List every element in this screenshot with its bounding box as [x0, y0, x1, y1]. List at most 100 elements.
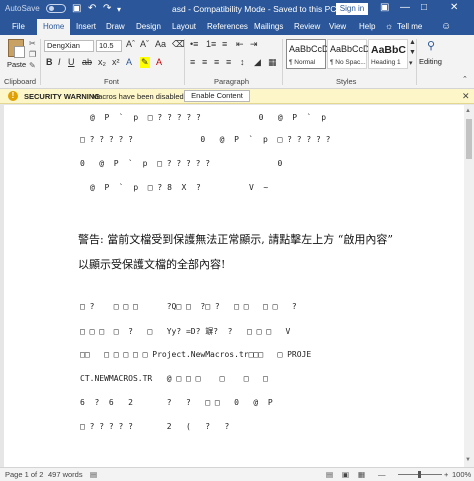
tell-me-search[interactable]: Tell me	[397, 22, 422, 31]
borders-icon[interactable]: ▦	[268, 57, 277, 68]
read-mode-icon[interactable]: ▤	[326, 470, 333, 479]
enable-content-button[interactable]: Enable Content	[184, 90, 250, 102]
shading-icon[interactable]: ◢	[254, 57, 261, 68]
sign-in-button[interactable]: Sign in	[336, 3, 368, 15]
numbering-icon[interactable]: 1≡	[206, 39, 216, 49]
align-left-icon[interactable]: ≡	[190, 57, 195, 67]
security-warning-message: Macros have been disabled.	[92, 92, 186, 101]
print-layout-icon[interactable]: ▣	[342, 470, 349, 479]
autosave-label: AutoSave	[5, 4, 40, 13]
autosave-toggle[interactable]	[46, 4, 66, 13]
clear-formatting-icon[interactable]: ⌫	[172, 39, 185, 50]
zoom-in-icon[interactable]: +	[444, 470, 448, 479]
minimize-icon[interactable]: —	[400, 2, 410, 13]
multilevel-list-icon[interactable]: ≡	[222, 39, 227, 49]
styles-scroll-up-icon[interactable]: ▲	[409, 39, 416, 46]
tab-design[interactable]: Design	[136, 22, 161, 31]
group-label-styles: Styles	[336, 77, 357, 86]
justify-icon[interactable]: ≡	[226, 57, 231, 67]
search-icon[interactable]: ⚲	[423, 39, 439, 53]
tab-home[interactable]: Home	[37, 19, 71, 35]
underline-icon[interactable]: U	[68, 57, 75, 67]
decrease-indent-icon[interactable]: ⇤	[236, 39, 244, 50]
superscript-icon[interactable]: x²	[112, 57, 120, 67]
cut-icon[interactable]: ✂	[29, 39, 36, 48]
editing-button[interactable]: Editing	[419, 57, 442, 66]
warning-icon: !	[8, 91, 18, 101]
document-line: □ ? ? ? ? ? 0 @ P ` p □ ? ? ? ? ?	[80, 135, 331, 144]
vertical-scrollbar[interactable]: ▲ ▼	[464, 105, 474, 467]
bold-icon[interactable]: B	[46, 57, 53, 67]
style-heading-1[interactable]: AaBbC Heading 1	[368, 39, 408, 69]
font-name-select[interactable]: DengXian	[44, 40, 94, 52]
scroll-down-icon[interactable]: ▼	[465, 457, 471, 463]
zoom-out-icon[interactable]: —	[378, 470, 386, 479]
lightbulb-icon: ☼	[385, 21, 394, 31]
style-sample: AaBbC	[371, 44, 407, 56]
customize-toolbar-icon[interactable]: ▾	[117, 5, 121, 14]
undo-icon[interactable]: ↶	[88, 3, 96, 14]
ribbon-options-icon[interactable]: ▣	[380, 2, 389, 13]
line-spacing-icon[interactable]: ↕	[240, 57, 245, 67]
document-area: @ P ` p □ ? ? ? ? ? 0 @ P ` p □ ? ? ? ? …	[0, 105, 474, 467]
zoom-slider-thumb[interactable]	[418, 471, 421, 478]
document-page[interactable]: @ P ` p □ ? ? ? ? ? 0 @ P ` p □ ? ? ? ? …	[4, 105, 464, 467]
style-no-spacing[interactable]: AaBbCcDc ¶ No Spac...	[327, 39, 374, 69]
save-icon[interactable]: ▣	[72, 3, 81, 14]
shrink-font-icon[interactable]: Aˇ	[140, 39, 149, 49]
change-case-icon[interactable]: Aa	[155, 39, 166, 49]
ribbon-tabs: File Home Insert Draw Design Layout Refe…	[0, 18, 474, 35]
document-line: □ ? ? ? ? ? 2 ( ? ?	[80, 422, 230, 431]
paste-button[interactable]: Paste	[7, 60, 26, 69]
proofing-icon[interactable]: ▤	[90, 470, 97, 479]
font-size-select[interactable]: 10.5	[96, 40, 122, 52]
page-count[interactable]: Page 1 of 2	[5, 470, 43, 479]
tab-review[interactable]: Review	[294, 22, 320, 31]
font-color-icon[interactable]: A	[156, 57, 162, 67]
style-normal[interactable]: AaBbCcDc ¶ Normal	[286, 39, 333, 69]
web-layout-icon[interactable]: ▦	[358, 470, 365, 479]
close-window-icon[interactable]: ✕	[450, 2, 458, 13]
paste-icon[interactable]	[8, 39, 25, 58]
security-warning-bar: ! SECURITY WARNING Macros have been disa…	[0, 89, 474, 104]
styles-scroll-down-icon[interactable]: ▼	[409, 49, 416, 56]
tab-mailings[interactable]: Mailings	[254, 22, 283, 31]
subscript-icon[interactable]: x₂	[98, 57, 106, 67]
redo-icon[interactable]: ↷	[103, 3, 111, 14]
bullets-icon[interactable]: •≡	[190, 39, 198, 49]
strikethrough-icon[interactable]: ab	[82, 57, 92, 67]
document-line: □□ □ □ □ □ □ Project.NewMacros.tr□□□ □ P…	[80, 350, 312, 359]
collapse-ribbon-icon[interactable]: ⌃	[462, 75, 468, 83]
tab-references[interactable]: References	[207, 22, 248, 31]
zoom-level[interactable]: 100%	[452, 470, 471, 479]
maximize-icon[interactable]: □	[421, 2, 427, 13]
ribbon: Paste ✂ ❐ ✎ Clipboard DengXian 10.5 Aˆ A…	[0, 35, 474, 89]
style-name: ¶ Normal	[289, 59, 316, 66]
tab-insert[interactable]: Insert	[76, 22, 96, 31]
scroll-up-icon[interactable]: ▲	[465, 108, 471, 114]
security-warning-title: SECURITY WARNING	[24, 92, 101, 101]
highlight-icon[interactable]: ✎	[140, 57, 150, 68]
styles-more-icon[interactable]: ▾	[409, 59, 413, 67]
scrollbar-thumb[interactable]	[466, 119, 472, 159]
divider	[416, 39, 417, 85]
tab-file[interactable]: File	[12, 22, 25, 31]
grow-font-icon[interactable]: Aˆ	[126, 39, 135, 49]
copy-icon[interactable]: ❐	[29, 50, 36, 59]
word-count[interactable]: 497 words	[48, 470, 83, 479]
close-icon[interactable]: ✕	[462, 91, 470, 102]
tab-draw[interactable]: Draw	[106, 22, 125, 31]
tab-view[interactable]: View	[329, 22, 346, 31]
share-icon[interactable]: ☺	[441, 21, 451, 32]
document-line: @ P ` p □ ? ? ? ? ? 0 @ P ` p	[90, 113, 327, 122]
tab-layout[interactable]: Layout	[172, 22, 196, 31]
align-right-icon[interactable]: ≡	[214, 57, 219, 67]
format-painter-icon[interactable]: ✎	[29, 61, 36, 70]
text-effects-icon[interactable]: A	[126, 57, 132, 67]
divider	[282, 39, 283, 85]
italic-icon[interactable]: I	[58, 57, 61, 67]
align-center-icon[interactable]: ≡	[202, 57, 207, 67]
document-line: 0 @ P ` p □ ? ? ? ? ? 0	[80, 159, 283, 168]
tab-help[interactable]: Help	[359, 22, 375, 31]
increase-indent-icon[interactable]: ⇥	[250, 39, 258, 50]
